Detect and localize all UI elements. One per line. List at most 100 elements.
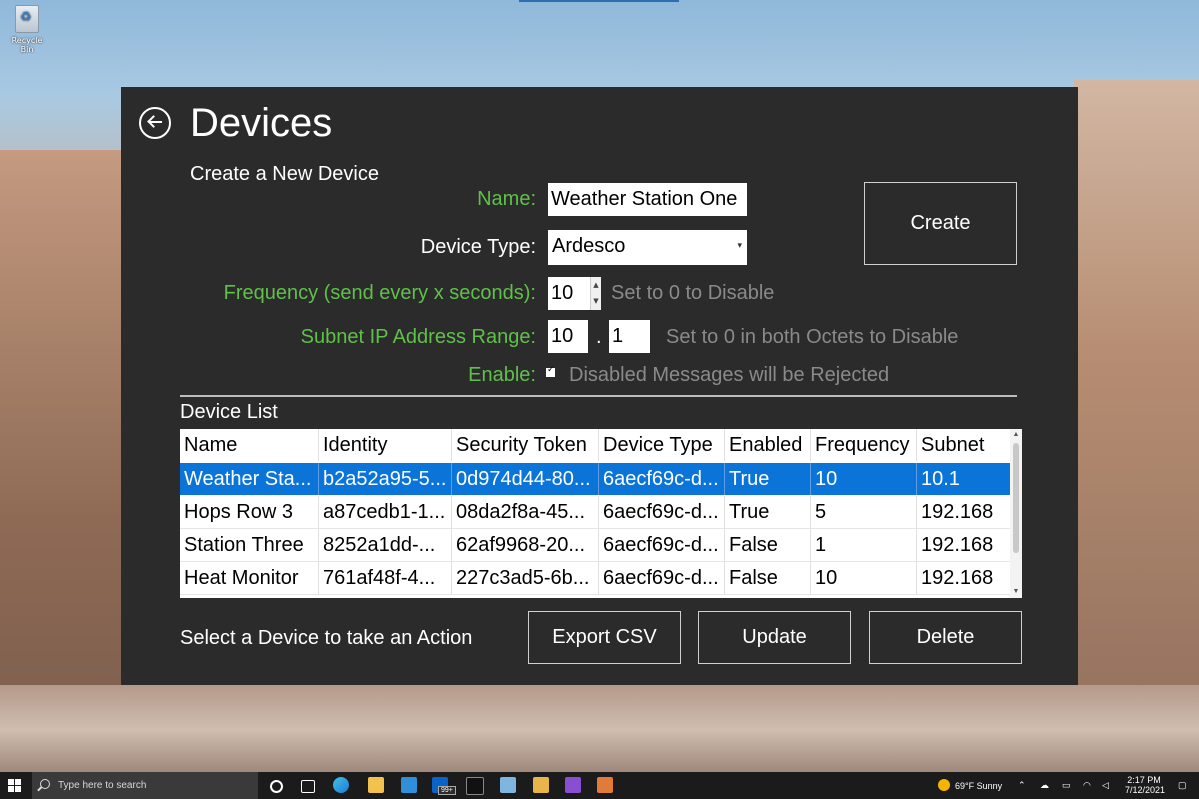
frequency-label: Frequency (send every x seconds): — [223, 282, 536, 304]
cell-enabled: False — [725, 562, 811, 594]
cell-frequency: 10 — [811, 463, 917, 495]
scroll-thumb[interactable] — [1013, 443, 1019, 553]
list-scrollbar[interactable]: ▲ ▼ — [1010, 429, 1022, 598]
visual-studio-icon[interactable] — [565, 777, 581, 793]
cell-frequency: 1 — [811, 529, 917, 561]
cell-token: 227c3ad5-6b... — [452, 562, 599, 594]
column-header[interactable]: Security Token — [452, 429, 599, 461]
file-explorer-icon[interactable] — [368, 777, 384, 793]
table-row[interactable]: Weather Sta... b2a52a95-5... 0d974d44-80… — [180, 463, 1010, 495]
table-row[interactable]: Hops Row 3 a87cedb1-1... 08da2f8a-45... … — [180, 496, 1010, 529]
status-text: Select a Device to take an Action — [180, 627, 473, 649]
subnet-octet-2[interactable] — [609, 320, 650, 353]
column-header[interactable]: Frequency — [811, 429, 917, 461]
notification-icon[interactable]: ▢ — [1178, 780, 1187, 791]
name-field[interactable] — [548, 183, 747, 216]
table-row[interactable]: Station Three 8252a1dd-... 62af9968-20..… — [180, 529, 1010, 562]
cell-enabled: True — [725, 463, 811, 495]
edge-icon[interactable] — [333, 777, 349, 793]
device-type-select[interactable]: Ardesco ▾ — [548, 230, 747, 265]
desktop-rock-left — [0, 150, 130, 770]
cell-identity: 8252a1dd-... — [319, 529, 452, 561]
column-header[interactable]: Identity — [319, 429, 452, 461]
enable-label: Enable: — [468, 364, 536, 386]
notepad-icon[interactable] — [500, 777, 516, 793]
cell-name: Heat Monitor — [180, 562, 319, 594]
cell-enabled: True — [725, 496, 811, 528]
device-type-value: Ardesco — [552, 235, 626, 257]
cell-type: 6aecf69c-d... — [599, 562, 725, 594]
frequency-stepper[interactable] — [548, 277, 590, 310]
cortana-icon[interactable] — [270, 780, 283, 793]
cell-name: Hops Row 3 — [180, 496, 319, 528]
cell-frequency: 5 — [811, 496, 917, 528]
weather-text[interactable]: 69°F Sunny — [955, 781, 1002, 791]
enable-checkbox[interactable] — [546, 365, 555, 377]
device-list-label: Device List — [180, 401, 278, 423]
scroll-down-icon[interactable]: ▼ — [1010, 586, 1022, 598]
desktop-rock-bottom — [0, 685, 1199, 775]
cell-token: 62af9968-20... — [452, 529, 599, 561]
app-window-icon[interactable] — [597, 777, 613, 793]
volume-icon[interactable]: ◁ — [1102, 780, 1109, 791]
wifi-icon[interactable]: ◠ — [1083, 780, 1091, 791]
recycle-bin-label: Recycle Bin — [11, 36, 43, 54]
frequency-spin-buttons[interactable]: ▲ ▼ — [590, 277, 601, 310]
create-button[interactable]: Create — [864, 182, 1017, 265]
export-csv-button[interactable]: Export CSV — [528, 611, 681, 664]
cell-subnet: 10.1 — [921, 468, 960, 490]
cell-identity: a87cedb1-1... — [319, 496, 452, 528]
scroll-up-icon[interactable]: ▲ — [1010, 429, 1022, 441]
cell-subnet: 192.168 — [921, 534, 994, 556]
task-view-icon[interactable] — [301, 780, 315, 793]
section-title: Create a New Device — [190, 163, 379, 185]
cell-token: 08da2f8a-45... — [452, 496, 599, 528]
cell-subnet: 192.168 — [921, 567, 994, 589]
sticky-notes-icon[interactable] — [533, 777, 549, 793]
subnet-dot: . — [596, 326, 602, 348]
recycle-bin-icon — [15, 5, 39, 33]
delete-button[interactable]: Delete — [869, 611, 1022, 664]
taskbar-search[interactable]: Type here to search — [32, 772, 258, 799]
store-icon[interactable] — [401, 777, 417, 793]
enable-hint: Disabled Messages will be Rejected — [569, 364, 890, 386]
back-arrow-icon[interactable] — [139, 107, 171, 139]
subnet-label: Subnet IP Address Range: — [300, 326, 536, 348]
table-row[interactable]: Heat Monitor 761af48f-4... 227c3ad5-6b..… — [180, 562, 1010, 595]
clock[interactable]: 2:17 PM 7/12/2021 — [1125, 775, 1166, 795]
battery-icon[interactable]: ▭ — [1062, 780, 1071, 791]
spin-down-icon[interactable]: ▼ — [591, 293, 601, 309]
cell-enabled: False — [725, 529, 811, 561]
cell-identity: 761af48f-4... — [319, 562, 452, 594]
column-header[interactable]: Enabled — [725, 429, 811, 461]
cell-subnet: 192.168 — [921, 501, 994, 523]
update-button[interactable]: Update — [698, 611, 851, 664]
search-placeholder: Type here to search — [58, 780, 147, 791]
cell-name: Station Three — [180, 529, 319, 561]
weather-sun-icon[interactable] — [938, 779, 950, 791]
terminal-icon[interactable] — [466, 777, 484, 795]
column-header[interactable]: Device Type — [599, 429, 725, 461]
table-header: Name Identity Security Token Device Type… — [180, 429, 1010, 461]
subnet-octet-1[interactable] — [548, 320, 588, 353]
spin-up-icon[interactable]: ▲ — [591, 277, 601, 293]
cell-token: 0d974d44-80... — [452, 463, 599, 495]
mail-badge: 99+ — [438, 786, 456, 795]
recycle-bin[interactable]: Recycle Bin — [4, 5, 50, 54]
cloud-icon[interactable]: ☁ — [1040, 780, 1049, 791]
column-header[interactable]: Name — [180, 429, 319, 461]
windows-start-icon[interactable] — [8, 779, 21, 792]
cell-type: 6aecf69c-d... — [599, 496, 725, 528]
cell-identity: b2a52a95-5... — [319, 463, 452, 495]
clock-date: 7/12/2021 — [1125, 785, 1166, 795]
column-header[interactable]: Subnet — [917, 429, 1010, 461]
device-list[interactable]: Name Identity Security Token Device Type… — [180, 429, 1022, 598]
clock-time: 2:17 PM — [1127, 775, 1161, 785]
device-type-label: Device Type: — [420, 236, 536, 258]
divider — [180, 395, 1017, 397]
page-title: Devices — [190, 101, 333, 145]
cell-type: 6aecf69c-d... — [599, 463, 725, 495]
cell-type: 6aecf69c-d... — [599, 529, 725, 561]
chevron-up-icon[interactable]: ⌃ — [1018, 780, 1026, 791]
taskbar: Type here to search 99+ 69°F Sunny ⌃ ☁ ▭… — [0, 772, 1199, 799]
